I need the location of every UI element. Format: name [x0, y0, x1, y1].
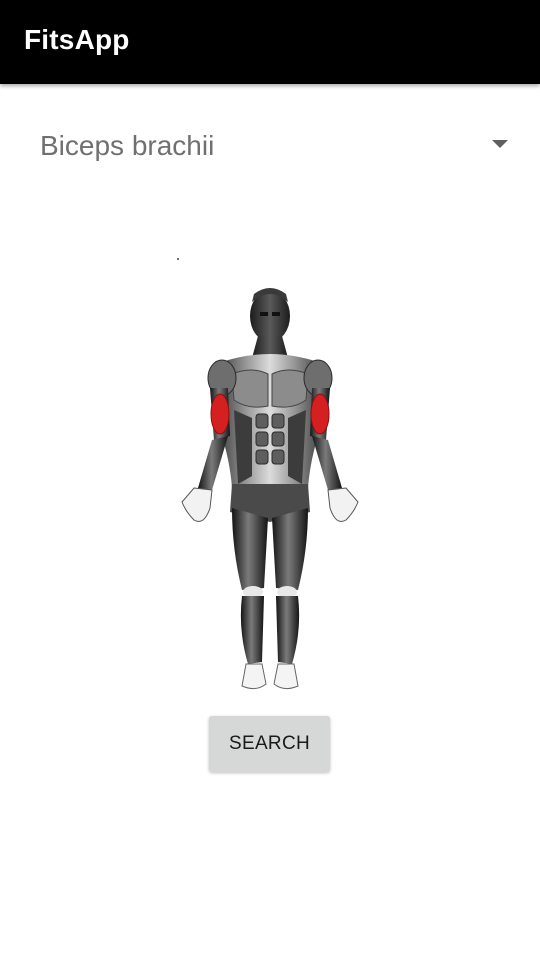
stray-dot — [177, 258, 179, 260]
left-foot — [241, 663, 267, 690]
left-biceps-highlight — [210, 393, 230, 435]
anatomy-figure-image — [177, 258, 359, 690]
right-hand — [327, 487, 359, 522]
left-hand — [181, 487, 213, 522]
left-forearm — [198, 436, 228, 490]
left-lower-leg — [240, 596, 264, 664]
app-bar: FitsApp — [0, 0, 540, 84]
muscle-spinner[interactable]: Biceps brachii — [24, 116, 516, 178]
app-title: FitsApp — [24, 24, 130, 55]
right-forearm — [312, 436, 342, 490]
head — [250, 288, 290, 342]
right-biceps-highlight — [310, 393, 330, 435]
dropdown-arrow-icon[interactable] — [492, 140, 508, 148]
right-lower-leg — [276, 596, 300, 664]
muscle-spinner-value: Biceps brachii — [40, 130, 215, 161]
right-thigh — [272, 508, 308, 590]
search-button[interactable]: SEARCH — [209, 716, 330, 772]
left-thigh — [232, 508, 268, 590]
right-foot — [273, 663, 299, 690]
app-screen: FitsApp Biceps brachii SEARCH — [0, 0, 540, 960]
